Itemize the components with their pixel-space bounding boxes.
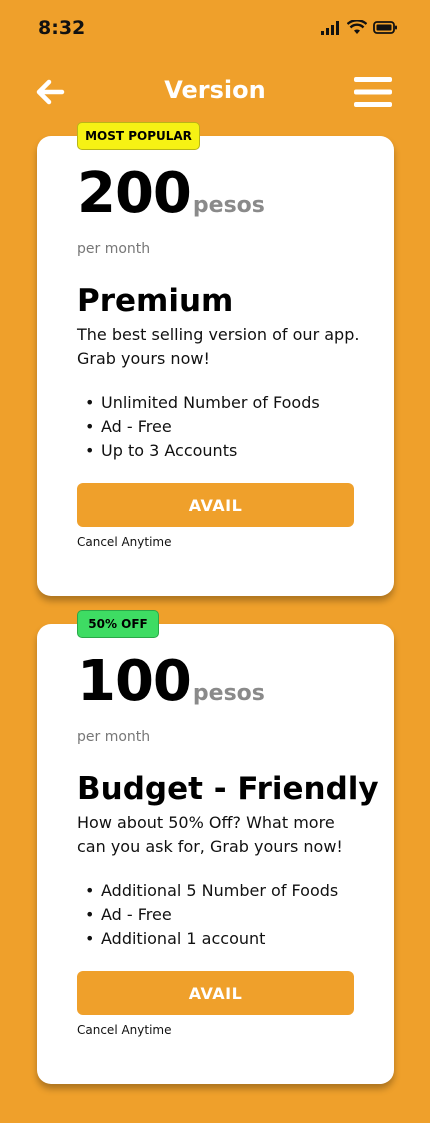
plan-card-premium: 200 pesos per month Premium The best sel… <box>37 136 394 596</box>
feature-item: Up to 3 Accounts <box>77 439 320 463</box>
feature-item: Additional 5 Number of Foods <box>77 879 338 903</box>
price-amount: 100 <box>77 649 192 714</box>
feature-list: Additional 5 Number of Foods Ad - Free A… <box>77 879 338 951</box>
status-bar: 8:32 <box>0 0 430 60</box>
price: 100 pesos <box>77 654 265 710</box>
plan-description: The best selling version of our app. Gra… <box>77 325 360 368</box>
billing-period: per month <box>77 241 151 257</box>
app-bar: Version <box>0 66 430 118</box>
menu-button[interactable] <box>354 76 392 108</box>
avail-button-budget[interactable]: AVAIL <box>77 971 354 1015</box>
feature-item: Unlimited Number of Foods <box>77 391 320 415</box>
feature-item: Ad - Free <box>77 415 320 439</box>
status-time: 8:32 <box>38 17 86 39</box>
plan-card-budget: 100 pesos per month Budget - Friendly Ho… <box>37 624 394 1084</box>
status-icons <box>321 20 398 35</box>
cellular-signal-icon <box>321 20 339 35</box>
discount-badge: 50% OFF <box>77 610 159 638</box>
price-unit: pesos <box>192 681 265 706</box>
plan-name: Premium <box>77 283 234 319</box>
price: 200 pesos <box>77 166 265 222</box>
plan-name: Budget - Friendly <box>77 771 379 807</box>
feature-list: Unlimited Number of Foods Ad - Free Up t… <box>77 391 320 463</box>
battery-icon <box>373 21 397 34</box>
most-popular-badge: MOST POPULAR <box>77 122 200 150</box>
wifi-icon <box>347 20 367 34</box>
hamburger-menu-icon <box>354 77 392 107</box>
billing-period: per month <box>77 729 151 745</box>
avail-button-premium[interactable]: AVAIL <box>77 483 354 527</box>
plan-description: How about 50% Off? What more can you ask… <box>77 813 343 856</box>
price-unit: pesos <box>192 193 265 218</box>
cancel-note: Cancel Anytime <box>77 1023 172 1037</box>
price-amount: 200 <box>77 161 192 226</box>
feature-item: Ad - Free <box>77 903 338 927</box>
feature-item: Additional 1 account <box>77 927 338 951</box>
cancel-note: Cancel Anytime <box>77 535 172 549</box>
